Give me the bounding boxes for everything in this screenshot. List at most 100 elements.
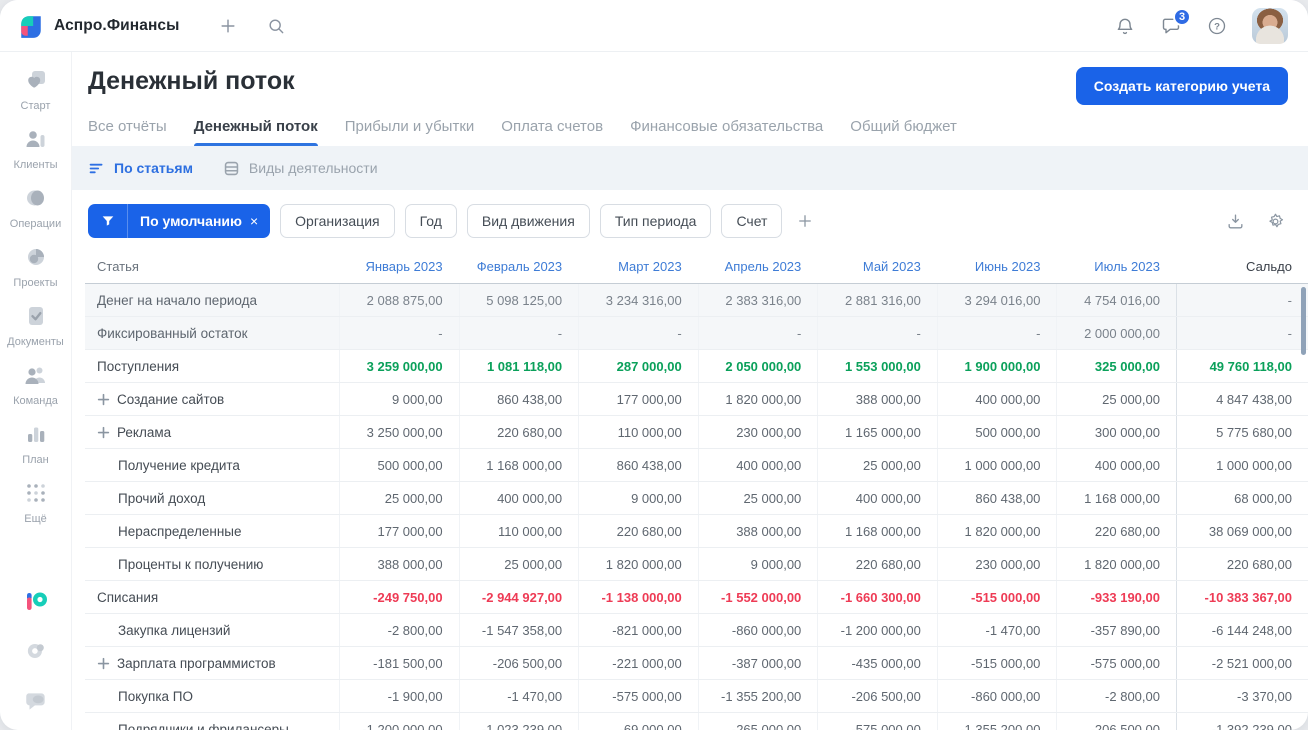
- help-icon[interactable]: ?: [1206, 15, 1228, 37]
- column-header-month[interactable]: Июнь 2023: [937, 250, 1057, 283]
- column-header-month[interactable]: Июль 2023: [1056, 250, 1176, 283]
- add-icon[interactable]: [217, 15, 239, 37]
- saldo-value-cell: -2 521 000,00: [1175, 647, 1308, 679]
- month-value-cell: -860 000,00: [936, 680, 1057, 712]
- month-value-cell: 3 294 016,00: [936, 284, 1057, 316]
- page-title: Денежный поток: [88, 67, 295, 95]
- column-header-month[interactable]: Март 2023: [578, 250, 698, 283]
- expand-plus-icon[interactable]: [97, 393, 110, 406]
- notifications-bell-icon[interactable]: [1114, 15, 1136, 37]
- month-value-cell: 9 000,00: [578, 482, 698, 514]
- tab-финансовые-обязательства[interactable]: Финансовые обязательства: [630, 118, 823, 146]
- month-value-cell: -206 500,00: [458, 647, 579, 679]
- table-header-row: Статья Январь 2023 Февраль 2023 Март 2023 А…: [85, 250, 1308, 284]
- table-row[interactable]: Денег на начало периода 2 088 875,00 5 09…: [85, 284, 1308, 317]
- sidebar-item-start[interactable]: Старт: [0, 68, 71, 112]
- view-tab-by-articles[interactable]: По статьям: [88, 160, 193, 177]
- filter-chip-тип-периода[interactable]: Тип периода: [599, 204, 712, 238]
- table-row[interactable]: Подрядчики и фрилансеры -1 200 000,00 -1 …: [85, 713, 1308, 730]
- brand-mark-icon[interactable]: [23, 588, 49, 614]
- month-value-cell: 1 553 000,00: [817, 350, 937, 382]
- view-tab-activity-kinds[interactable]: Виды деятельности: [223, 160, 378, 177]
- messages-chat-icon[interactable]: 3: [1160, 7, 1191, 37]
- table-row[interactable]: Прочий доход 25 000,00 400 000,00 9 000,00…: [85, 482, 1308, 515]
- sidebar-item-projects[interactable]: Проекты: [0, 245, 71, 289]
- table-settings-gear-icon[interactable]: [1264, 210, 1286, 232]
- month-value-cell: 1 168 000,00: [1056, 482, 1176, 514]
- active-filter-chip[interactable]: По умолчанию ×: [88, 204, 271, 238]
- app-logo[interactable]: Аспро.Финансы: [18, 13, 179, 39]
- month-value-cell: 2 000 000,00: [1056, 317, 1176, 349]
- search-icon[interactable]: [265, 15, 287, 37]
- column-header-article: Статья: [97, 259, 139, 274]
- sidebar-item-documents[interactable]: Документы: [0, 304, 71, 348]
- create-category-button[interactable]: Создать категорию учета: [1075, 67, 1288, 105]
- table-row[interactable]: Фиксированный остаток ------2 000 000,00…: [85, 317, 1308, 350]
- clients-icon: [24, 127, 48, 156]
- chat-bubble-icon[interactable]: [23, 688, 49, 714]
- article-label: Реклама: [117, 424, 172, 440]
- sidebar-item-operations[interactable]: Операции: [0, 186, 71, 230]
- month-value-cell: 1 820 000,00: [697, 383, 818, 415]
- month-value-cell: 9 000,00: [697, 548, 818, 580]
- month-value-cell: -357 890,00: [1056, 614, 1176, 646]
- saldo-value-cell: 1 000 000,00: [1175, 449, 1308, 481]
- table-row[interactable]: Поступления 3 259 000,00 1 081 118,00 287 …: [85, 350, 1308, 383]
- month-value-cell: 25 000,00: [458, 548, 579, 580]
- table-row[interactable]: Проценты к получению 388 000,00 25 000,00…: [85, 548, 1308, 581]
- expand-plus-icon[interactable]: [97, 657, 110, 670]
- month-value-cell: 400 000,00: [936, 383, 1057, 415]
- table-row[interactable]: Списания -249 750,00 -2 944 927,00 -1 138 …: [85, 581, 1308, 614]
- column-header-month[interactable]: Апрель 2023: [698, 250, 818, 283]
- month-value-cell: 388 000,00: [339, 548, 459, 580]
- saldo-value-cell: -10 383 367,00: [1175, 581, 1308, 613]
- table-row[interactable]: Реклама 3 250 000,00 220 680,00 110 000,00…: [85, 416, 1308, 449]
- filter-chip-год[interactable]: Год: [404, 204, 457, 238]
- tab-денежный-поток[interactable]: Денежный поток: [193, 118, 318, 146]
- sidebar-item-more[interactable]: Ещё: [0, 481, 71, 525]
- table-row[interactable]: Получение кредита 500 000,00 1 168 000,00…: [85, 449, 1308, 482]
- column-header-month[interactable]: Май 2023: [817, 250, 937, 283]
- month-value-cell: 388 000,00: [697, 515, 818, 547]
- table-row[interactable]: Нераспределенные 177 000,00 110 000,00 220…: [85, 515, 1308, 548]
- article-label: Фиксированный остаток: [97, 325, 248, 341]
- table-row[interactable]: Зарплата программистов -181 500,00 -206 5…: [85, 647, 1308, 680]
- table-row[interactable]: Покупка ПО -1 900,00 -1 470,00 -575 000,00…: [85, 680, 1308, 713]
- filter-chip-вид-движения[interactable]: Вид движения: [466, 204, 590, 238]
- download-icon[interactable]: [1224, 210, 1246, 232]
- month-value-cell: 388 000,00: [817, 383, 937, 415]
- sidebar-item-clients[interactable]: Клиенты: [0, 127, 71, 171]
- sidebar-item-team[interactable]: Команда: [0, 363, 71, 407]
- filter-chip-счет[interactable]: Счет: [721, 204, 783, 238]
- month-value-cell: 3 234 316,00: [578, 284, 698, 316]
- tab-прибыли-и-убытки[interactable]: Прибыли и убытки: [345, 118, 475, 146]
- month-value-cell: 860 438,00: [458, 383, 579, 415]
- month-value-cell: -221 000,00: [578, 647, 698, 679]
- user-avatar[interactable]: [1252, 7, 1288, 44]
- month-value-cell: 1 081 118,00: [458, 350, 579, 382]
- month-value-cell: 300 000,00: [1056, 416, 1176, 448]
- clear-filter-icon[interactable]: ×: [250, 213, 270, 229]
- month-value-cell: 400 000,00: [458, 482, 579, 514]
- article-label: Подрядчики и фрилансеры: [118, 721, 289, 730]
- month-value-cell: 9 000,00: [339, 383, 459, 415]
- month-value-cell: 25 000,00: [817, 449, 937, 481]
- vertical-scrollbar-thumb[interactable]: [1301, 287, 1306, 355]
- add-filter-icon[interactable]: [792, 208, 818, 234]
- table-row[interactable]: Создание сайтов 9 000,00 860 438,00 177 00…: [85, 383, 1308, 416]
- tab-оплата-счетов[interactable]: Оплата счетов: [501, 118, 603, 146]
- table-row[interactable]: Закупка лицензий -2 800,00 -1 547 358,00-…: [85, 614, 1308, 647]
- expand-plus-icon[interactable]: [97, 426, 110, 439]
- documents-icon: [24, 304, 48, 333]
- month-value-cell: -: [936, 317, 1057, 349]
- column-header-month[interactable]: Январь 2023: [339, 250, 459, 283]
- tab-все-отчёты[interactable]: Все отчёты: [88, 118, 167, 146]
- filter-chip-организация[interactable]: Организация: [280, 204, 395, 238]
- tab-общий-бюджет[interactable]: Общий бюджет: [850, 118, 957, 146]
- sidebar-item-plan[interactable]: План: [0, 422, 71, 466]
- svg-text:?: ?: [1214, 21, 1220, 32]
- settings-icon[interactable]: [23, 638, 49, 664]
- article-label: Зарплата программистов: [117, 655, 276, 671]
- saldo-value-cell: -3 370,00: [1175, 680, 1308, 712]
- column-header-month[interactable]: Февраль 2023: [459, 250, 579, 283]
